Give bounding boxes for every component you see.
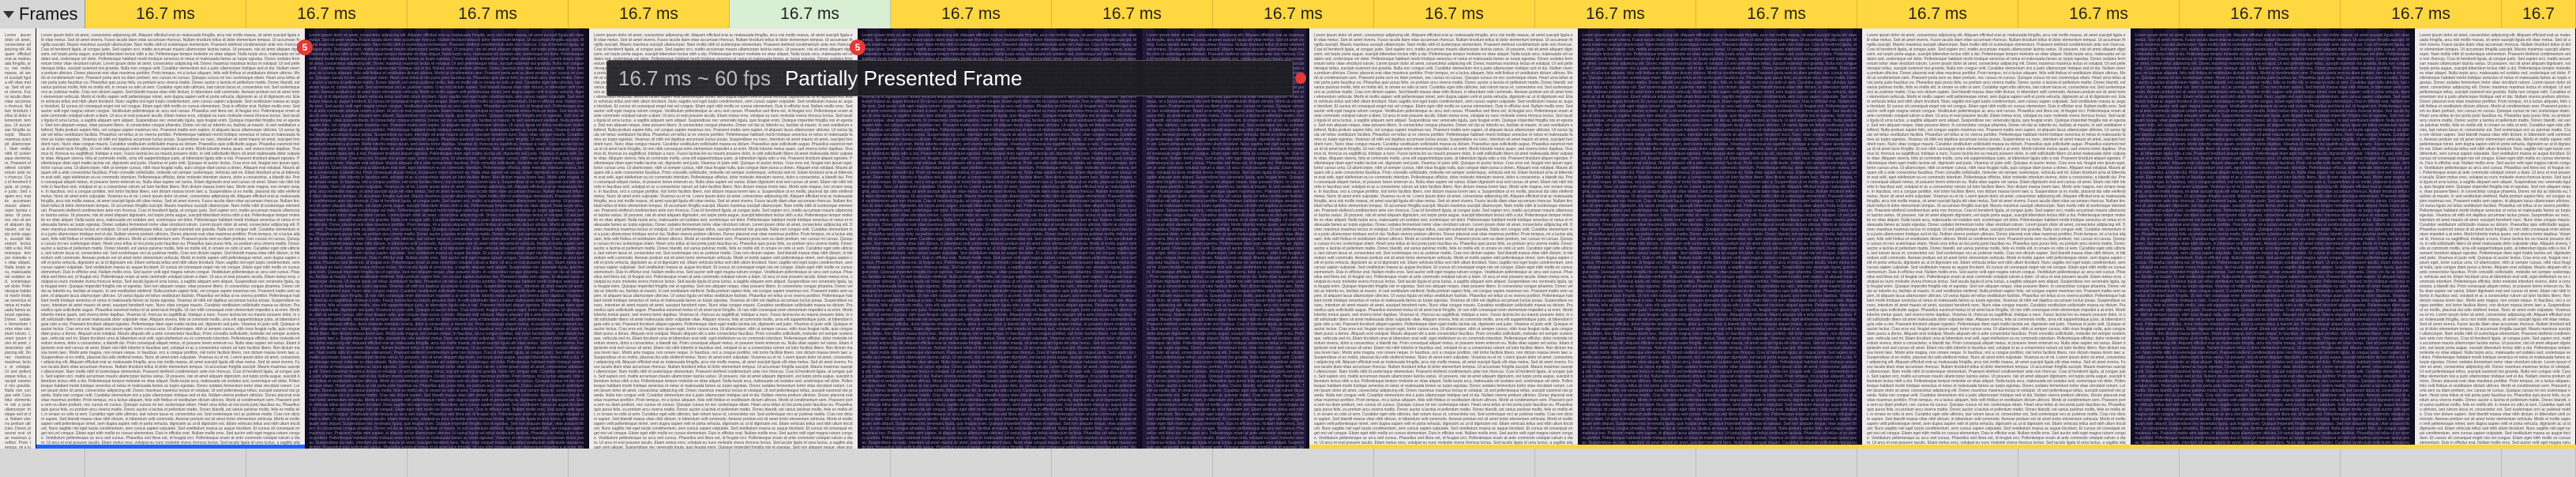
frames-track-header[interactable]: Frames bbox=[0, 0, 85, 28]
frame-cell[interactable]: 16.7 ms bbox=[1213, 0, 1374, 28]
frame-cell[interactable]: 16.7 ms bbox=[1052, 0, 1213, 28]
bottom-track-cell[interactable] bbox=[1857, 449, 2018, 477]
frame-cell[interactable]: 16.7 ms bbox=[1696, 0, 1857, 28]
frame-screenshot[interactable]: Lorem ipsum dolor sit amet, consectetur … bbox=[36, 28, 589, 449]
bottom-track[interactable] bbox=[0, 449, 2576, 477]
bottom-track-cell[interactable] bbox=[891, 449, 1052, 477]
bottom-track-cell[interactable] bbox=[2018, 449, 2180, 477]
frame-cell[interactable]: 16.7 ms bbox=[2180, 0, 2341, 28]
screenshot-text-column: Lorem ipsum dolor sit amet, consectetur … bbox=[0, 28, 36, 449]
screenshot-text-column: Lorem ipsum dolor sit amet, consectetur … bbox=[2131, 28, 2414, 449]
bottom-track-cell[interactable] bbox=[246, 449, 407, 477]
bottom-track-cell[interactable] bbox=[1374, 449, 1535, 477]
screenshot-text-column: Lorem ipsum dolor sit amet, consectetur … bbox=[305, 28, 588, 449]
frame-cell[interactable]: 16.7 bbox=[2502, 0, 2576, 28]
bottom-track-cell[interactable] bbox=[85, 449, 246, 477]
screenshot-text-column: Lorem ipsum dolor sit amet, consectetur … bbox=[36, 28, 305, 449]
frame-cell[interactable]: 16.7 ms bbox=[1374, 0, 1535, 28]
frame-screenshots-row[interactable]: Lorem ipsum dolor sit amet, consectetur … bbox=[0, 28, 2576, 449]
frames-track-label: Frames bbox=[19, 4, 78, 24]
bottom-track-cell[interactable] bbox=[2502, 449, 2576, 477]
frame-tooltip-marker-icon bbox=[1295, 73, 1306, 84]
frame-cell[interactable]: 16.7 ms bbox=[891, 0, 1052, 28]
frame-cell[interactable]: 16.7 ms bbox=[730, 0, 891, 28]
collapse-triangle-icon[interactable] bbox=[3, 11, 14, 18]
frame-cell[interactable]: 16.7 ms bbox=[85, 0, 246, 28]
frame-screenshot[interactable]: Lorem ipsum dolor sit amet, consectetur … bbox=[1862, 28, 2415, 449]
frames-track[interactable]: Frames 16.7 ms16.7 ms16.7 ms16.7 ms16.7 … bbox=[0, 0, 2576, 28]
frame-progress-underline bbox=[36, 445, 305, 449]
frame-tooltip: 16.7 ms ~ 60 fps Partially Presented Fra… bbox=[606, 60, 1294, 96]
screenshot-text-column: Lorem ipsum dolor sit amet, consectetur … bbox=[2415, 28, 2575, 449]
bottom-track-cell[interactable] bbox=[2180, 449, 2341, 477]
screenshot-text-column: Lorem ipsum dolor sit amet, consectetur … bbox=[1862, 28, 2131, 449]
bottom-track-cell[interactable] bbox=[1052, 449, 1213, 477]
error-badge-icon: 5 bbox=[850, 39, 866, 55]
frame-tooltip-timing: 16.7 ms ~ 60 fps bbox=[618, 66, 771, 91]
frame-highlight-underline bbox=[1309, 445, 2576, 449]
bottom-track-cell[interactable] bbox=[1213, 449, 1374, 477]
frame-cell[interactable]: 16.7 ms bbox=[569, 0, 730, 28]
frame-screenshot[interactable]: Lorem ipsum dolor sit amet, consectetur … bbox=[0, 28, 36, 449]
frame-cell[interactable]: 16.7 ms bbox=[246, 0, 407, 28]
bottom-track-cell[interactable] bbox=[1696, 449, 1857, 477]
frame-tooltip-type: Partially Presented Frame bbox=[785, 66, 1023, 91]
bottom-track-cell[interactable] bbox=[0, 449, 85, 477]
frame-screenshot[interactable]: Lorem ipsum dolor sit amet, consectetur … bbox=[1309, 28, 1862, 449]
frame-cell[interactable]: 16.7 ms bbox=[407, 0, 569, 28]
bottom-track-cell[interactable] bbox=[1535, 449, 1696, 477]
error-badge-icon: 5 bbox=[297, 39, 313, 55]
bottom-track-cell[interactable] bbox=[730, 449, 891, 477]
bottom-track-cell[interactable] bbox=[2341, 449, 2502, 477]
frame-screenshot[interactable]: Lorem ipsum dolor sit amet, consectetur … bbox=[2415, 28, 2576, 449]
frame-cell[interactable]: 16.7 ms bbox=[1535, 0, 1696, 28]
screenshot-text-column: Lorem ipsum dolor sit amet, consectetur … bbox=[1309, 28, 1578, 449]
bottom-track-cell[interactable] bbox=[407, 449, 569, 477]
frame-cell[interactable]: 16.7 ms bbox=[2018, 0, 2180, 28]
screenshot-text-column: Lorem ipsum dolor sit amet, consectetur … bbox=[1578, 28, 1861, 449]
frame-cell[interactable]: 16.7 ms bbox=[2341, 0, 2502, 28]
bottom-track-cell[interactable] bbox=[569, 449, 730, 477]
frame-cell[interactable]: 16.7 ms bbox=[1857, 0, 2018, 28]
